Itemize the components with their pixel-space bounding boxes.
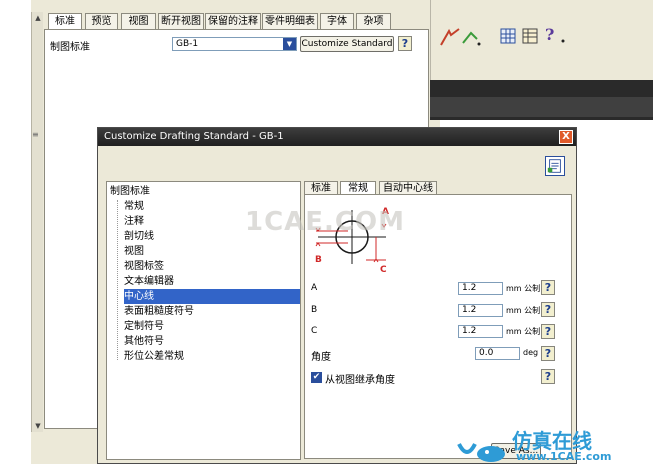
tab-auto-centerline[interactable]: 自动中心线 [379,181,437,195]
angle-input[interactable]: 0.0 [475,347,520,360]
centerline-settings-panel: A B C 1CAE.COM A 1.2 mm 公制 ? B 1.2 mm 公制… [245,194,572,459]
help-icon[interactable]: ? [541,346,555,361]
drafting-standard-value: GB-1 [176,39,199,49]
inherit-angle-checkbox[interactable]: ✔ [311,372,322,383]
toolbar: ? [430,0,653,80]
tree-item-text-editor[interactable]: 文本编辑器 [124,274,174,289]
help-icon[interactable]: ? [541,302,555,317]
drafting-standard-select[interactable]: GB-1 ▼ [172,37,297,51]
splitter-grip[interactable]: ≡ [32,130,39,139]
help-icon[interactable]: ? [398,36,412,51]
field-b-unit: mm 公制 [506,306,541,315]
svg-text:?: ? [545,25,554,44]
grid-icon[interactable] [499,26,517,46]
tree-item-section-line[interactable]: 剖切线 [124,229,154,244]
tree-item-other-symbol[interactable]: 其他符号 [124,334,164,349]
help-icon[interactable]: ? [541,280,555,295]
dialog-title-bar[interactable]: Customize Drafting Standard - GB-1 X [98,128,576,146]
tab-parts-list[interactable]: 零件明细表 [262,13,318,29]
tree-connector [117,200,118,360]
chevron-down-icon[interactable]: ▼ [283,38,296,50]
field-a-input[interactable]: 1.2 [458,282,503,295]
scroll-down-icon[interactable]: ▼ [32,420,44,432]
table-icon[interactable] [521,26,539,46]
tab-misc[interactable]: 杂项 [356,13,391,29]
tree-item-custom-symbol[interactable]: 定制符号 [124,319,164,334]
customize-standard-dialog: Customize Drafting Standard - GB-1 X 制图标… [97,127,577,464]
tab-font[interactable]: 字体 [320,13,354,29]
tab-preview[interactable]: 预览 [85,13,118,29]
tree-item-surface-finish[interactable]: 表面粗糙度符号 [124,304,194,319]
help-icon[interactable]: ? [541,324,555,339]
watermark-url: www.1CAE.com [516,450,612,463]
tree-root[interactable]: 制图标准 [110,184,150,199]
tree-item-view-label[interactable]: 视图标签 [124,259,164,274]
tree-item-view[interactable]: 视图 [124,244,144,259]
left-margin [0,0,31,464]
customize-standard-button[interactable]: Customize Standard [300,36,394,52]
tab-standard[interactable]: 标准 [48,13,82,30]
graphics-window-strip [430,97,653,117]
diagram-label-c: C [380,265,387,272]
arrow-tool-icon[interactable] [437,25,483,49]
close-button[interactable]: X [559,130,573,144]
angle-unit: deg [523,348,539,357]
tab-retained-annotations[interactable]: 保留的注释 [205,13,261,29]
field-c-label: C [311,326,318,336]
help-icon[interactable]: ? [541,369,555,384]
scroll-up-icon[interactable]: ▲ [32,12,44,24]
dialog-title: Customize Drafting Standard - GB-1 [104,131,284,142]
field-a-unit: mm 公制 [506,284,541,293]
tree-item-centerline[interactable]: 中心线 [124,289,300,304]
field-b-label: B [311,305,318,315]
tab-view[interactable]: 视图 [121,13,156,29]
inherit-angle-label: 从视图继承角度 [325,375,395,386]
angle-label: 角度 [311,352,331,363]
tab-broken-view[interactable]: 断开视图 [158,13,204,29]
document-settings-icon[interactable] [545,156,565,176]
field-c-input[interactable]: 1.2 [458,325,503,338]
watermark-center: 1CAE.COM [245,207,405,237]
field-b-input[interactable]: 1.2 [458,304,503,317]
field-c-unit: mm 公制 [506,327,541,336]
tree-item-gdt-general[interactable]: 形位公差常规 [124,349,184,364]
vertical-scrollbar[interactable]: ▲ ▼ [31,12,43,432]
tree-item-general[interactable]: 常规 [124,199,144,214]
diagram-label-b: B [315,255,322,265]
field-a-label: A [311,283,318,293]
tree-item-annotation[interactable]: 注释 [124,214,144,229]
help-icon[interactable]: ? [543,24,569,46]
watermark-logo [457,443,505,462]
drafting-standard-label: 制图标准 [50,42,90,53]
tab-standard[interactable]: 标准 [304,181,338,195]
